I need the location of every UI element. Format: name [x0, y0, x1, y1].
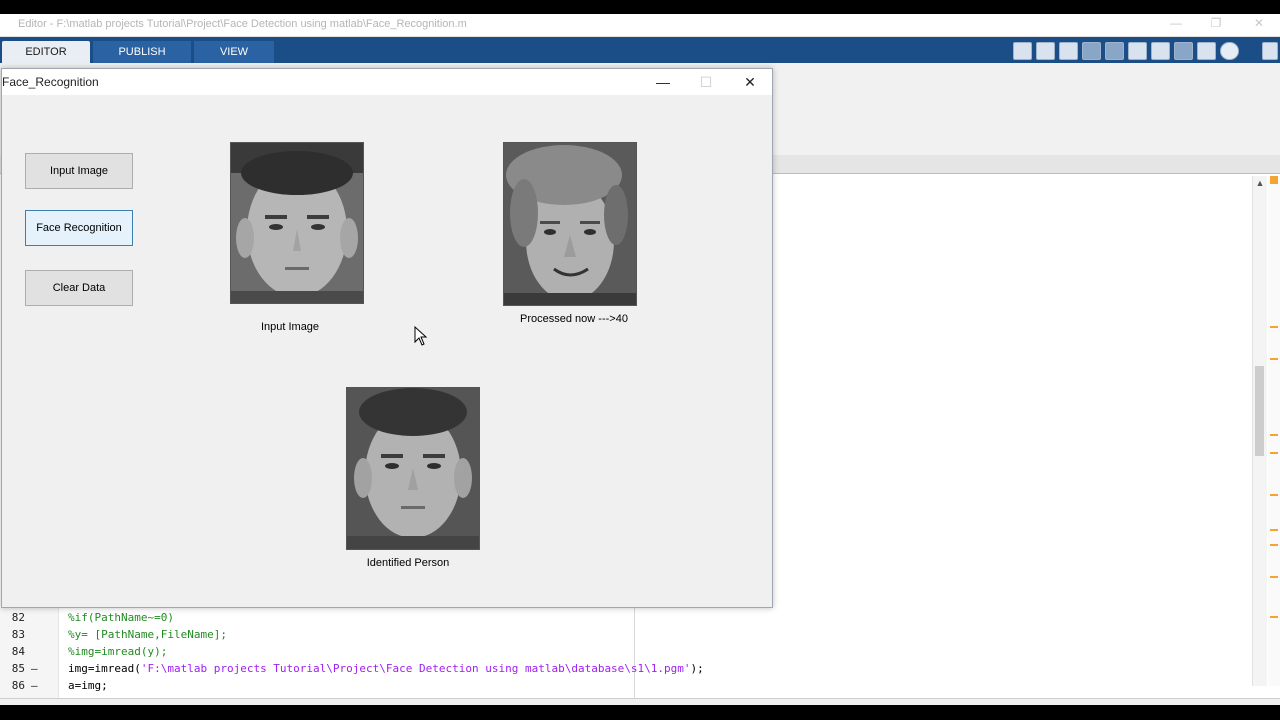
right-margin-line — [634, 608, 635, 704]
status-bar — [0, 698, 1280, 705]
new-file-icon[interactable] — [1036, 42, 1055, 60]
chevron-down-icon[interactable] — [1244, 42, 1258, 60]
tab-view[interactable]: VIEW — [194, 41, 274, 63]
warning-marker[interactable] — [1270, 576, 1278, 578]
layout-icon[interactable] — [1013, 42, 1032, 60]
code-string: 'F:\matlab projects Tutorial\Project\Fac… — [140, 662, 691, 675]
save-icon[interactable] — [1059, 42, 1078, 60]
mouse-cursor-icon — [414, 326, 428, 346]
input-image-button[interactable]: Input Image — [25, 153, 133, 189]
cut-icon[interactable] — [1082, 42, 1101, 60]
restore-button[interactable]: ❐ — [1198, 16, 1234, 34]
help-icon[interactable] — [1220, 42, 1239, 60]
input-image-label: Input Image — [260, 321, 320, 333]
figure-window: Face_Recognition — ☐ ✕ Input Image Face … — [1, 68, 773, 608]
code-analyzer-bar — [1268, 176, 1280, 686]
line-number: 85 — [11, 662, 25, 675]
input-image-axes — [230, 142, 364, 304]
editor-title-bar: Editor - F:\matlab projects Tutorial\Pro… — [0, 14, 1280, 37]
paste-icon[interactable] — [1128, 42, 1147, 60]
breakpoint-marker[interactable]: – — [31, 662, 38, 675]
code-token: ); — [690, 662, 704, 675]
code-line[interactable]: %y= [PathName,FileName]; — [68, 628, 227, 641]
identified-face-image — [347, 388, 479, 549]
minimize-button[interactable]: — — [1158, 16, 1194, 34]
code-token: img=imread( — [68, 662, 141, 675]
warning-marker[interactable] — [1270, 452, 1278, 454]
line-number: 83 — [11, 628, 25, 641]
code-line[interactable]: img=imread('F:\matlab projects Tutorial\… — [68, 662, 704, 675]
warning-marker[interactable] — [1270, 358, 1278, 360]
line-number: 82 — [11, 611, 25, 624]
line-number: 86 — [11, 679, 25, 692]
figure-minimize-button[interactable]: — — [648, 72, 678, 92]
face-recognition-button[interactable]: Face Recognition — [25, 210, 133, 246]
redo-icon[interactable] — [1174, 42, 1193, 60]
processed-image-axes — [503, 142, 637, 306]
identified-person-label: Identified Person — [366, 557, 450, 569]
clear-data-button[interactable]: Clear Data — [25, 270, 133, 306]
breakpoint-marker[interactable]: – — [31, 679, 38, 692]
figure-title: Face_Recognition — [2, 75, 99, 89]
code-line[interactable]: %if(PathName~=0) — [68, 611, 174, 624]
tab-editor[interactable]: EDITOR — [2, 41, 90, 63]
figure-close-button[interactable]: ✕ — [735, 72, 765, 92]
figure-maximize-button[interactable]: ☐ — [691, 72, 721, 92]
scroll-up-arrow-icon[interactable]: ▲ — [1255, 178, 1265, 188]
line-number: 84 — [11, 645, 25, 658]
undo-icon[interactable] — [1151, 42, 1170, 60]
identified-image-axes — [346, 387, 480, 550]
collapse-toolstrip-icon[interactable] — [1262, 42, 1278, 60]
code-line[interactable]: a=img; — [68, 679, 108, 692]
editor-window-title: Editor - F:\matlab projects Tutorial\Pro… — [18, 18, 467, 30]
figure-title-bar[interactable]: Face_Recognition — ☐ ✕ — [2, 69, 772, 95]
warning-marker[interactable] — [1270, 434, 1278, 436]
tab-publish[interactable]: PUBLISH — [93, 41, 191, 63]
warning-marker[interactable] — [1270, 494, 1278, 496]
processed-face-image — [504, 143, 636, 305]
code-line[interactable]: %img=imread(y); — [68, 645, 167, 658]
warning-marker[interactable] — [1270, 544, 1278, 546]
scrollbar-thumb[interactable] — [1255, 366, 1264, 456]
close-button[interactable]: ✕ — [1241, 16, 1277, 34]
processed-label: Processed now --->40 — [520, 313, 628, 325]
input-face-image — [231, 143, 363, 303]
warning-marker[interactable] — [1270, 326, 1278, 328]
warning-marker[interactable] — [1270, 529, 1278, 531]
editor-vertical-scrollbar[interactable]: ▲ — [1252, 176, 1267, 686]
copy-icon[interactable] — [1105, 42, 1124, 60]
switch-windows-icon[interactable] — [1197, 42, 1216, 60]
warning-marker[interactable] — [1270, 616, 1278, 618]
ribbon-tab-strip: EDITOR PUBLISH VIEW — [0, 37, 1280, 63]
analyzer-status-indicator[interactable] — [1270, 176, 1278, 184]
